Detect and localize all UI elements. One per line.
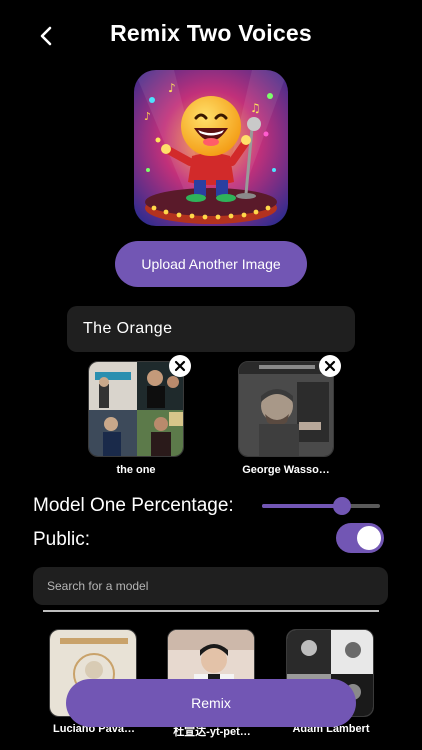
divider [43, 610, 379, 612]
public-label: Public: [33, 529, 91, 550]
svg-text:♫: ♫ [250, 101, 261, 115]
voice-label: George Wasso… [242, 464, 330, 476]
voice-thumbnail[interactable] [238, 361, 334, 457]
slider-thumb[interactable] [333, 497, 351, 515]
toggle-knob [357, 526, 381, 550]
svg-text:♪: ♪ [168, 81, 176, 95]
voice-thumbnail[interactable] [88, 361, 184, 457]
public-toggle[interactable] [336, 523, 384, 553]
voice-label: the one [116, 464, 156, 476]
page-title: Remix Two Voices [110, 20, 312, 46]
model-percentage-label: Model One Percentage: [33, 495, 234, 516]
remove-voice-button[interactable] [169, 355, 191, 377]
cover-image: ♪ ♫ ♪ [134, 70, 288, 226]
remove-voice-button[interactable] [319, 355, 341, 377]
svg-text:♪: ♪ [144, 110, 151, 123]
remix-button[interactable]: Remix [66, 679, 356, 727]
slider-fill [262, 504, 342, 508]
search-input[interactable] [33, 567, 388, 605]
close-icon [174, 360, 186, 372]
model-percentage-slider[interactable] [262, 497, 380, 515]
header: Remix Two Voices [0, 0, 422, 70]
remix-name-field[interactable] [67, 306, 355, 352]
close-icon [324, 360, 336, 372]
upload-another-image-button[interactable]: Upload Another Image [115, 241, 307, 287]
